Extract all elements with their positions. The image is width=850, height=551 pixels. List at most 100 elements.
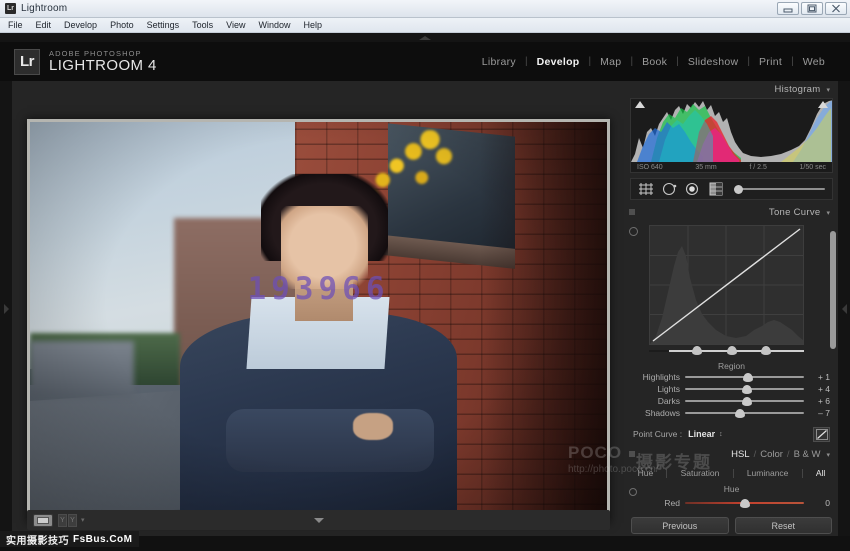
tone-curve-body [633,225,830,356]
module-web[interactable]: Web [794,56,834,68]
slider-label-lights: Lights [633,384,685,394]
tone-curve-region-splitters[interactable] [649,346,804,356]
adjustment-brush-icon[interactable] [734,185,743,194]
hsl-panel-header[interactable]: HSL / Color / B & W ▾ [625,446,838,463]
histogram-graph[interactable]: ISO 640 35 mm f / 2.5 1/50 sec [630,98,833,173]
spot-removal-icon[interactable] [662,182,677,196]
chevron-down-icon[interactable]: ▾ [826,86,830,94]
slider-track-darks[interactable] [685,396,804,406]
filmstrip-expand-button[interactable] [314,518,324,523]
module-slideshow[interactable]: Slideshow [679,56,748,68]
hsl-tab-color[interactable]: Color [760,449,783,460]
menu-tools[interactable]: Tools [192,20,213,30]
shadow-split-handle[interactable] [692,346,702,355]
hsl-tab-hsl[interactable]: HSL [731,449,749,460]
adjustment-brush-slider[interactable] [734,186,825,192]
slider-handle-shadows[interactable] [735,409,745,418]
hsl-subtab-luminance[interactable]: Luminance [747,468,789,478]
menu-help[interactable]: Help [304,20,323,30]
red-eye-icon[interactable] [685,182,700,196]
target-adjust-icon[interactable] [629,227,638,236]
photo-frame[interactable]: 193966 [27,119,610,523]
right-panel: Histogram ▾ [625,81,838,536]
menu-develop[interactable]: Develop [64,20,97,30]
reset-button[interactable]: Reset [735,517,833,534]
top-panel-collapse-strip[interactable] [0,33,850,42]
app-icon: Lr [5,3,16,14]
close-button[interactable] [825,2,847,15]
chevron-down-icon[interactable]: ▾ [826,451,830,459]
slider-label-red: Red [633,498,685,508]
hsl-separator: / [754,449,757,460]
highlight-split-handle[interactable] [761,346,771,355]
panel-switch-icon[interactable] [629,451,635,457]
chevron-down-icon[interactable]: ▾ [81,516,85,524]
exif-aperture: f / 2.5 [749,164,767,171]
slider-value-highlights[interactable]: + 1 [804,372,830,382]
identity-plate: ADOBE PHOTOSHOP LIGHTROOM 4 [49,50,157,74]
slider-row-highlights: Highlights + 1 [633,371,830,383]
menu-photo[interactable]: Photo [110,20,134,30]
lightroom-shell: Lr ADOBE PHOTOSHOP LIGHTROOM 4 Library |… [0,33,850,551]
slider-value-shadows[interactable]: – 7 [804,408,830,418]
slider-row-red: Red 0 [633,497,830,509]
slider-track-lights[interactable] [685,384,804,394]
photo-vignette [30,122,607,520]
point-curve-value[interactable]: Linear [688,429,715,439]
module-develop[interactable]: Develop [528,56,589,68]
left-panel-collapse-strip[interactable] [0,81,12,536]
chevron-updown-icon[interactable]: ↕ [719,431,723,438]
photo-image[interactable]: 193966 [30,122,607,520]
slider-handle-darks[interactable] [742,397,752,406]
maximize-button[interactable] [801,2,823,15]
slider-value-lights[interactable]: + 4 [804,384,830,394]
slider-track-red[interactable] [685,498,804,508]
chevron-down-icon[interactable]: ▾ [826,209,830,217]
target-adjust-icon[interactable] [629,488,637,496]
exif-focal: 35 mm [695,164,716,171]
menu-settings[interactable]: Settings [147,20,180,30]
hsl-subtab-hue[interactable]: Hue [638,468,654,478]
hsl-subtabs: Hue Saturation Luminance All [631,466,832,480]
menu-edit[interactable]: Edit [36,20,52,30]
compare-view-button[interactable]: Y Y [58,514,77,527]
tone-curve-graph[interactable] [649,225,804,345]
slider-value-darks[interactable]: + 6 [804,396,830,406]
histogram-panel-header[interactable]: Histogram ▾ [625,81,838,98]
slider-value-red[interactable]: 0 [804,498,830,508]
right-panel-collapse-strip[interactable] [838,81,850,536]
previous-button[interactable]: Previous [631,517,729,534]
bottom-watermark: 实用摄影技巧 FsBus.CoM [0,531,139,547]
crop-overlay-icon[interactable] [638,182,654,196]
graduated-filter-icon[interactable] [708,182,724,196]
module-print[interactable]: Print [750,56,791,68]
slider-track-shadows[interactable] [685,408,804,418]
menu-window[interactable]: Window [259,20,291,30]
hsl-subtab-saturation[interactable]: Saturation [681,468,720,478]
module-map[interactable]: Map [591,56,630,68]
module-library[interactable]: Library [473,56,525,68]
module-book[interactable]: Book [633,56,676,68]
edit-point-curve-button[interactable] [813,427,830,442]
menu-view[interactable]: View [226,20,245,30]
slider-handle-highlights[interactable] [743,373,753,382]
right-panel-scrollbar[interactable] [830,231,836,349]
menu-file[interactable]: File [8,20,23,30]
region-heading: Region [625,361,838,371]
tone-curve-panel-header[interactable]: Tone Curve ▾ [625,204,838,221]
slider-handle-red[interactable] [740,499,750,508]
hsl-tab-bw[interactable]: B & W [794,449,821,460]
tone-curve-panel-title: Tone Curve [769,207,821,218]
chevron-up-icon [419,36,431,40]
loupe-view-button[interactable] [33,514,53,527]
midtone-split-handle[interactable] [727,346,737,355]
shadow-clipping-indicator[interactable] [635,101,645,108]
hsl-subtab-all[interactable]: All [816,468,825,478]
chevron-down-icon [314,518,324,523]
slider-track-highlights[interactable] [685,372,804,382]
highlight-clipping-indicator[interactable] [818,101,828,108]
panel-switch-icon[interactable] [629,209,635,215]
right-panel-buttons: Previous Reset [631,517,832,534]
minimize-button[interactable] [777,2,799,15]
slider-handle-lights[interactable] [742,385,752,394]
